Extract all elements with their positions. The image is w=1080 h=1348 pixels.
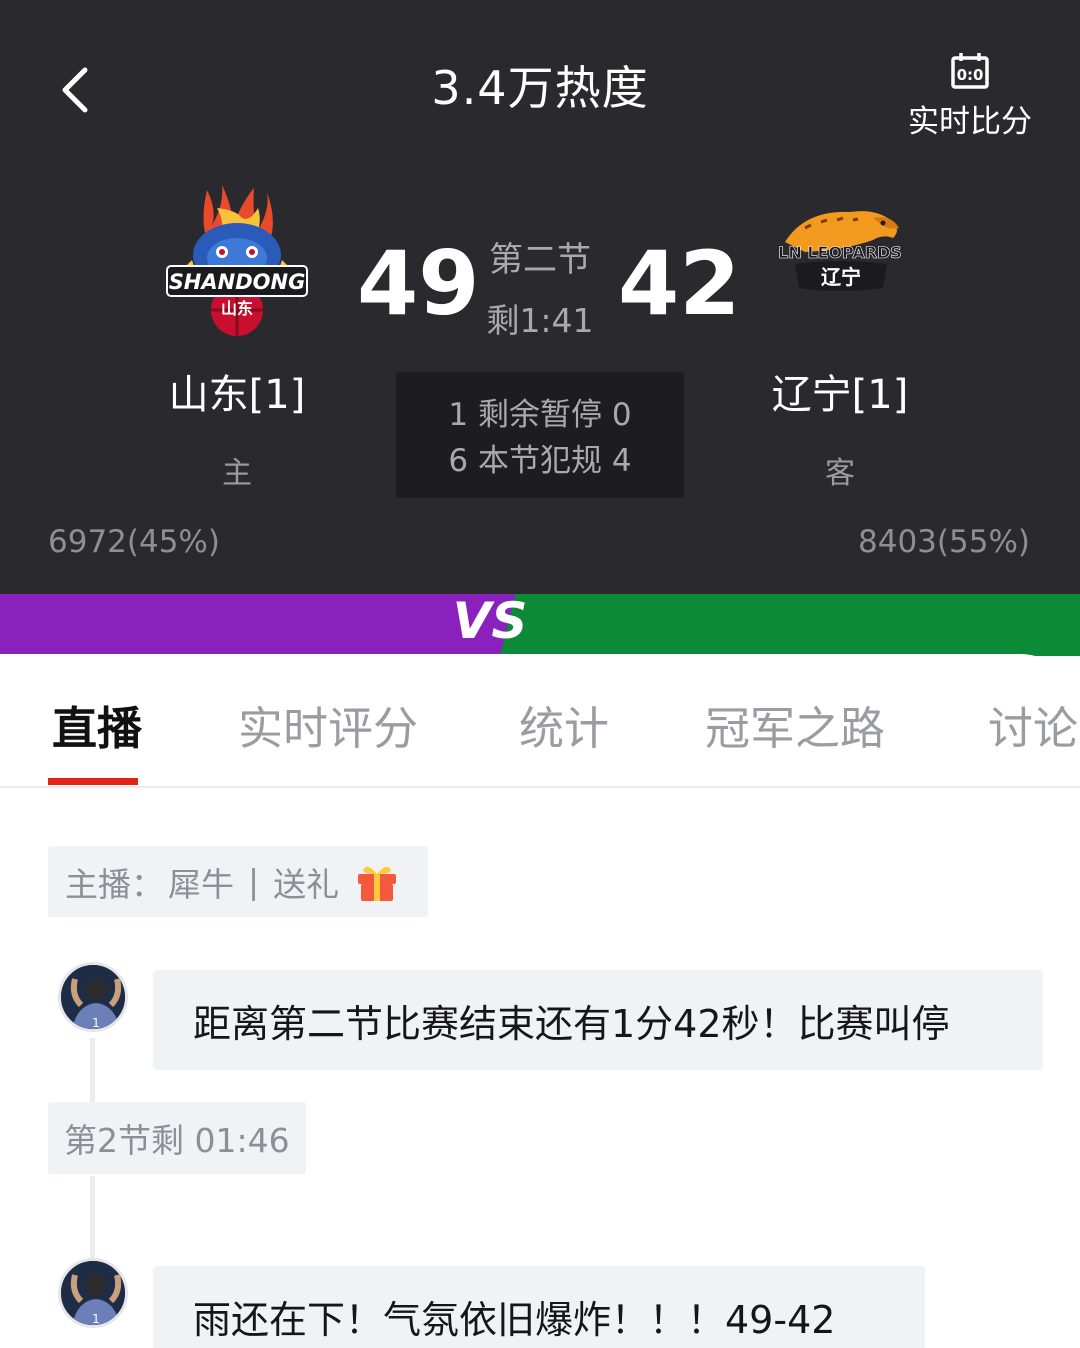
host-separator: |: [248, 862, 260, 901]
host-avatar[interactable]: 1: [58, 962, 128, 1032]
svg-text:1: 1: [92, 1312, 100, 1326]
svg-text:LN LEOPARDS: LN LEOPARDS: [778, 243, 902, 262]
away-side-label: 客: [825, 456, 855, 491]
timeouts-row: 1 剩余暂停 0: [448, 397, 632, 433]
gift-icon[interactable]: [355, 860, 399, 904]
liaoning-team-logo[interactable]: LN LEOPARDS 辽宁: [765, 180, 915, 340]
live-score-label: 实时比分: [908, 104, 1032, 140]
game-period: 第二节: [489, 240, 591, 280]
timeline-connector: [90, 1176, 95, 1258]
tab-live-ratings[interactable]: 实时评分: [238, 692, 418, 757]
home-side-label: 主: [222, 456, 252, 491]
player-photo-icon: 1: [61, 965, 125, 1030]
home-team-name[interactable]: 山东[1]: [137, 362, 337, 420]
tab-discussion[interactable]: 讨论: [988, 692, 1078, 757]
timeline-connector: [90, 1038, 95, 1102]
host-info-chip: 主播： 犀牛 | 送礼: [48, 846, 428, 917]
tab-bar: 直播 实时评分 统计 冠军之路 讨论: [0, 654, 1080, 788]
game-clock: 剩1:41: [486, 301, 594, 340]
svg-text:SHANDONG: SHANDONG: [169, 270, 306, 294]
live-score-button[interactable]: 0:0 实时比分: [900, 52, 1040, 141]
gift-label[interactable]: 送礼: [273, 858, 339, 906]
player-photo-icon: 1: [61, 1261, 125, 1326]
svg-text:1: 1: [92, 1016, 100, 1030]
vs-icon: VS: [453, 592, 528, 650]
away-support-count: 8403(55%): [858, 524, 1030, 560]
svg-text:辽宁: 辽宁: [821, 265, 861, 289]
game-time-chip: 第2节剩 01:46: [48, 1102, 306, 1174]
host-label: 主播：: [65, 864, 164, 904]
tab-championship-road[interactable]: 冠军之路: [705, 692, 885, 757]
tab-live[interactable]: 直播: [52, 692, 142, 757]
away-score: 42: [618, 232, 741, 335]
away-team: LN LEOPARDS 辽宁 辽宁[1] 客: [740, 180, 940, 492]
svg-text:VS: VS: [453, 592, 528, 650]
away-team-name[interactable]: 辽宁[1]: [740, 362, 940, 420]
content-panel: 直播 实时评分 统计 冠军之路 讨论 主播： 犀牛 | 送礼 1 距离第二节比赛…: [0, 654, 1080, 1348]
home-support-count: 6972(45%): [48, 524, 220, 560]
shandong-team-logo[interactable]: SHANDONG 山东: [162, 180, 312, 340]
active-tab-indicator: [48, 778, 138, 785]
host-avatar[interactable]: 1: [58, 1258, 128, 1328]
scoreboard-header: 3.4万热度 0:0 实时比分 SHANDONG 山东 山东[1] 主 49 第…: [0, 0, 1080, 600]
away-support-bar[interactable]: [500, 594, 1080, 656]
host-name[interactable]: 犀牛: [168, 858, 234, 906]
svg-text:山东: 山东: [221, 299, 253, 318]
tab-stats[interactable]: 统计: [519, 692, 609, 757]
live-message-bubble: 雨还在下！气氛依旧爆炸！！！49-42: [153, 1266, 925, 1348]
support-ratio-bar[interactable]: [0, 594, 1080, 656]
game-live-page: 3.4万热度 0:0 实时比分 SHANDONG 山东 山东[1] 主 49 第…: [0, 0, 1080, 1348]
fouls-row: 6 本节犯规 4: [448, 443, 632, 479]
game-stats-panel: 1 剩余暂停 0 6 本节犯规 4: [396, 372, 684, 498]
home-team: SHANDONG 山东 山东[1] 主: [137, 180, 337, 492]
svg-text:0:0: 0:0: [957, 66, 984, 84]
scoreboard-calendar-icon: 0:0: [951, 53, 989, 89]
live-message-bubble: 距离第二节比赛结束还有1分42秒！比赛叫停: [153, 970, 1043, 1070]
